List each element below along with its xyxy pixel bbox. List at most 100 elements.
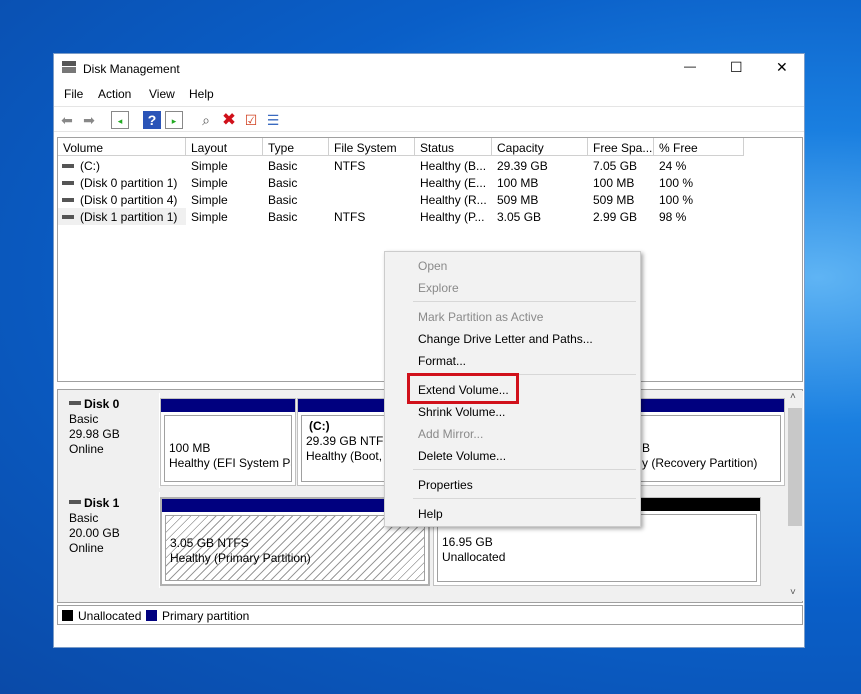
- menu-separator: [413, 469, 636, 470]
- delete-icon[interactable]: ✖: [220, 111, 238, 129]
- menu-item-format[interactable]: Format...: [418, 354, 466, 368]
- cell-status: Healthy (B...: [420, 159, 487, 173]
- cell-layout: Simple: [191, 176, 228, 190]
- table-cell: Basic: [263, 157, 329, 174]
- menu-separator: [413, 498, 636, 499]
- minimize-button[interactable]: —: [684, 59, 696, 73]
- table-cell: 100 MB: [588, 174, 654, 191]
- back-icon[interactable]: ⬅: [58, 111, 76, 129]
- table-cell: Simple: [186, 174, 263, 191]
- menu-action[interactable]: Action: [98, 87, 131, 101]
- maximize-button[interactable]: ☐: [730, 59, 743, 76]
- scroll-down-icon[interactable]: ˅: [790, 587, 796, 598]
- cell-volume: (Disk 0 partition 1): [80, 176, 178, 190]
- cell-volume: (Disk 1 partition 1): [80, 210, 178, 224]
- title-bar: Disk Management — ☐ ✕: [54, 54, 804, 82]
- connect-disk-icon[interactable]: ⌕: [197, 111, 215, 129]
- table-cell: NTFS: [329, 208, 415, 225]
- menu-item-help[interactable]: Help: [418, 507, 443, 521]
- header-col-percent-free[interactable]: % Free: [654, 138, 744, 156]
- primary-swatch: [146, 610, 157, 621]
- header-col-free-space[interactable]: Free Spa...: [588, 138, 654, 156]
- properties-icon[interactable]: ☑: [242, 111, 260, 129]
- cell-percent-free: 100 %: [659, 176, 694, 190]
- primary-bar: [161, 399, 295, 412]
- disk-icon: [69, 401, 81, 405]
- list-icon[interactable]: ☰: [264, 111, 282, 129]
- table-row[interactable]: (Disk 0 partition 4) Simple Basic Healthy (…: [58, 191, 748, 208]
- close-button[interactable]: ✕: [776, 59, 788, 76]
- menu-item-open: Open: [418, 259, 448, 273]
- partition-status: Healthy (Boot,: [306, 449, 383, 463]
- disk-0-label[interactable]: Disk 0 Basic 29.98 GB Online: [60, 393, 160, 488]
- cell-percent-free: 100 %: [659, 193, 694, 207]
- menu-view[interactable]: View: [149, 87, 175, 101]
- menu-item-mark-partition-as-active: Mark Partition as Active: [418, 310, 544, 324]
- header-col-type[interactable]: Type: [263, 138, 329, 156]
- help-icon[interactable]: ?: [143, 111, 161, 129]
- cell-layout: Simple: [191, 210, 228, 224]
- disk-name: Disk 0: [84, 397, 120, 411]
- disk-1-label[interactable]: Disk 1 Basic 20.00 GB Online: [60, 492, 160, 588]
- disk-type: Basic: [69, 511, 99, 525]
- menu-item-explore: Explore: [418, 281, 459, 295]
- volume-icon: [62, 164, 74, 168]
- table-cell: (Disk 0 partition 1): [58, 174, 186, 191]
- scroll-up-icon[interactable]: ˄: [790, 391, 796, 402]
- cell-file-system: NTFS: [334, 210, 366, 224]
- table-cell: Simple: [186, 208, 263, 225]
- table-cell: (Disk 1 partition 1): [58, 208, 186, 225]
- show-hide-console-tree-icon[interactable]: ◂: [111, 111, 129, 129]
- partition-status: Healthy (EFI System Pa: [169, 456, 292, 470]
- header-col-volume[interactable]: Volume: [58, 138, 186, 156]
- header-col-layout[interactable]: Layout: [186, 138, 263, 156]
- legend: Unallocated Primary partition: [57, 605, 803, 625]
- disk-management-icon: [62, 61, 76, 73]
- table-cell: 509 MB: [492, 191, 588, 208]
- table-cell: 3.05 GB: [492, 208, 588, 225]
- cell-type: Basic: [268, 210, 298, 224]
- cell-percent-free: 24 %: [659, 159, 687, 173]
- cell-capacity: 509 MB: [497, 193, 539, 207]
- cell-volume: (Disk 0 partition 4): [80, 193, 178, 207]
- menu-file[interactable]: File: [64, 87, 83, 101]
- header-col-capacity[interactable]: Capacity: [492, 138, 588, 156]
- header-col-file-system[interactable]: File System: [329, 138, 415, 156]
- table-cell: [329, 191, 415, 208]
- cell-capacity: 100 MB: [497, 176, 539, 190]
- menu-item-properties[interactable]: Properties: [418, 478, 473, 492]
- table-cell: Healthy (E...: [415, 174, 492, 191]
- disk-status: Online: [69, 442, 104, 456]
- table-cell: 100 %: [654, 191, 744, 208]
- highlight-box: [407, 373, 519, 404]
- cell-layout: Simple: [191, 159, 228, 173]
- partition-size: 100 MB: [169, 441, 211, 455]
- table-cell: 98 %: [654, 208, 744, 225]
- table-cell: 2.99 GB: [588, 208, 654, 225]
- table-cell: Simple: [186, 157, 263, 174]
- table-row[interactable]: (Disk 1 partition 1) Simple Basic NTFS Healt…: [58, 208, 748, 225]
- show-hide-action-pane-icon[interactable]: ▸: [165, 111, 183, 129]
- table-cell: 24 %: [654, 157, 744, 174]
- table-cell: Basic: [263, 174, 329, 191]
- legend-label: Unallocated: [78, 609, 142, 623]
- cell-type: Basic: [268, 159, 298, 173]
- window-title: Disk Management: [83, 62, 180, 76]
- vertical-scrollbar[interactable]: ˄ ˅: [787, 391, 803, 601]
- partition-status: Healthy (Primary Partition): [170, 551, 311, 565]
- table-cell: 7.05 GB: [588, 157, 654, 174]
- partition-efi[interactable]: 100 MB Healthy (EFI System Pa: [160, 398, 296, 486]
- menu-item-delete-volume[interactable]: Delete Volume...: [418, 449, 506, 463]
- menu-help[interactable]: Help: [189, 87, 214, 101]
- partition-status: Unallocated: [442, 550, 506, 564]
- table-row[interactable]: (C:) Simple Basic NTFS Healthy (B... 29.39 GB…: [58, 157, 748, 174]
- menu-item-add-mirror: Add Mirror...: [418, 427, 484, 441]
- disk-icon: [69, 500, 81, 504]
- cell-free-space: 509 MB: [593, 193, 635, 207]
- menu-item-change-drive-letter-and-paths[interactable]: Change Drive Letter and Paths...: [418, 332, 593, 346]
- scrollbar-thumb[interactable]: [788, 408, 802, 526]
- table-row[interactable]: (Disk 0 partition 1) Simple Basic Healthy (…: [58, 174, 748, 191]
- header-col-status[interactable]: Status: [415, 138, 492, 156]
- menu-item-shrink-volume[interactable]: Shrink Volume...: [418, 405, 505, 419]
- forward-icon[interactable]: ➡: [80, 111, 98, 129]
